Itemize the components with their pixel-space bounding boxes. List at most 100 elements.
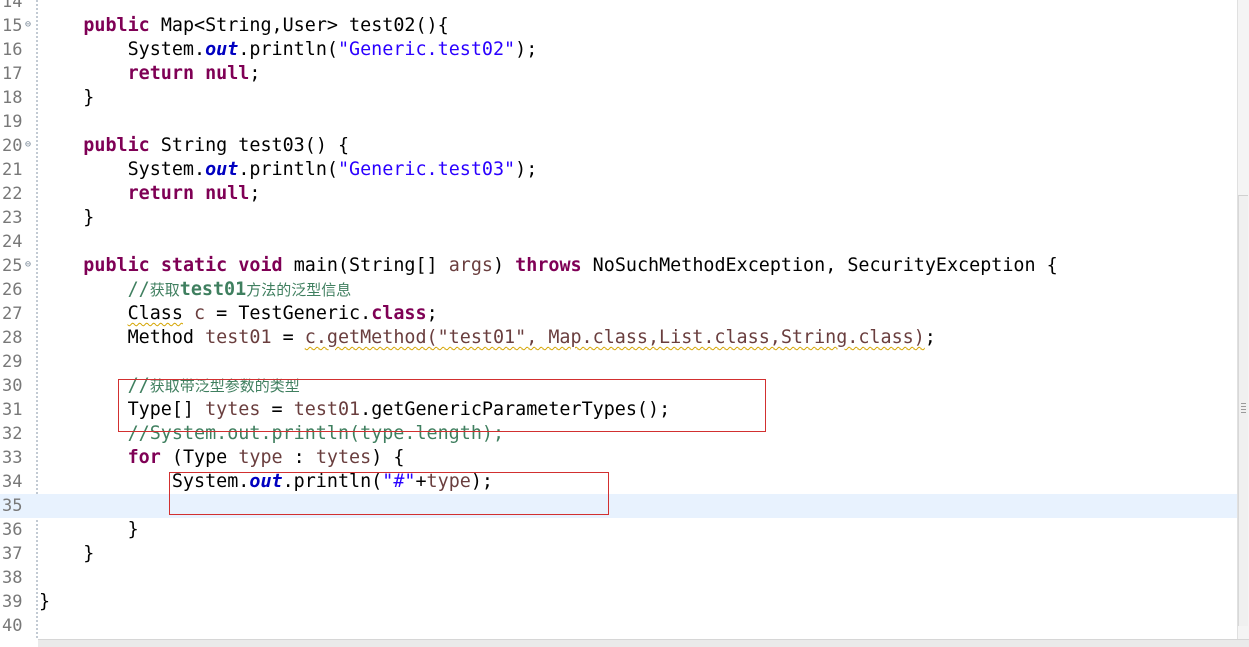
code-line[interactable]: 40 [0, 614, 1238, 638]
vertical-scrollbar[interactable] [1237, 0, 1249, 640]
code-token: ; [924, 327, 936, 348]
code-token: 获取 [149, 281, 180, 299]
code-text[interactable]: } [39, 542, 94, 566]
code-line[interactable]: 25 ⊖ public static void main(String[] arg… [0, 254, 1238, 278]
code-text[interactable]: for (Type type : tytes) { [39, 446, 405, 470]
code-token: .println( [238, 39, 338, 60]
code-line[interactable]: 29 [0, 350, 1238, 374]
line-number: 22 [2, 184, 23, 204]
code-line[interactable]: 19 [0, 110, 1238, 134]
line-number: 17 [2, 64, 23, 84]
code-line[interactable]: 17 return null; [0, 62, 1238, 86]
line-number: 28 [2, 328, 23, 348]
code-token: } [39, 591, 51, 612]
line-number: 31 [2, 400, 23, 420]
code-token: ); [515, 39, 538, 60]
code-text[interactable]: System.out.println("Generic.test03"); [39, 158, 538, 182]
code-token: public [83, 255, 150, 276]
line-number: 27 [2, 304, 23, 324]
code-token: return [127, 183, 195, 204]
code-text[interactable]: public static void main(String[] args) t… [39, 254, 1057, 278]
code-token: ; [249, 183, 261, 204]
code-token: System. [39, 39, 206, 60]
code-line[interactable]: 38 [0, 566, 1238, 590]
code-token: .println( [238, 159, 338, 180]
code-text[interactable]: return null; [39, 62, 261, 86]
code-token: args [448, 255, 494, 276]
code-line[interactable]: 39} [0, 590, 1238, 614]
code-line[interactable]: 33 for (Type type : tytes) { [0, 446, 1238, 470]
code-text[interactable]: Class c = TestGeneric.class; [39, 302, 438, 326]
line-number: 23 [2, 208, 23, 228]
code-text[interactable]: } [39, 206, 94, 230]
code-line[interactable]: 37 } [0, 542, 1238, 566]
code-token: tytes [315, 447, 372, 468]
code-token: = [271, 327, 305, 348]
code-token: System. [39, 159, 206, 180]
code-text[interactable]: } [39, 86, 94, 110]
code-text[interactable]: Method test01 = c.getMethod("test01", Ma… [39, 326, 936, 350]
code-token: Method [39, 327, 206, 348]
highlight-box-get-generic-types [118, 379, 766, 432]
code-token: public [83, 135, 150, 156]
line-number: 32 [2, 424, 23, 444]
fold-collapse-icon[interactable]: ⊖ [25, 16, 31, 34]
fold-collapse-icon[interactable]: ⊖ [25, 136, 31, 154]
code-token: ) { [371, 447, 405, 468]
code-token: } [39, 519, 139, 540]
scrollbar-grip-icon [1241, 403, 1246, 413]
horizontal-scrollbar[interactable] [38, 639, 1249, 647]
code-text[interactable]: } [39, 590, 50, 614]
code-token: throws [515, 255, 582, 276]
code-token: null [205, 183, 250, 204]
fold-collapse-icon[interactable]: ⊖ [25, 256, 31, 274]
code-text[interactable]: } [39, 518, 139, 542]
code-token: "Generic.test02" [337, 39, 516, 60]
code-line[interactable]: 36 } [0, 518, 1238, 542]
code-text[interactable]: System.out.println("Generic.test02"); [39, 38, 538, 62]
code-line[interactable]: 22 return null; [0, 182, 1238, 206]
code-token: out [205, 159, 239, 180]
code-token: c.getMethod("test01", Map.class,List.cla… [304, 327, 925, 348]
line-number: 38 [2, 568, 23, 588]
code-line[interactable]: 27 Class c = TestGeneric.class; [0, 302, 1238, 326]
code-token: null [205, 63, 250, 84]
code-lines[interactable]: 14 15 ⊖ public Map<String,User> test02(){16… [0, 0, 1238, 638]
code-line[interactable]: 24 [0, 230, 1238, 254]
code-line[interactable]: 14 [0, 0, 1238, 14]
code-line[interactable]: 15 ⊖ public Map<String,User> test02(){ [0, 14, 1238, 38]
line-number: 34 [2, 472, 23, 492]
code-token: return [127, 63, 195, 84]
code-line[interactable]: 21 System.out.println("Generic.test03"); [0, 158, 1238, 182]
code-token: ); [515, 159, 538, 180]
code-token: out [205, 39, 239, 60]
code-line[interactable]: 18 } [0, 86, 1238, 110]
code-line[interactable]: 28 Method test01 = c.getMethod("test01",… [0, 326, 1238, 350]
code-text[interactable]: return null; [39, 182, 261, 206]
line-number: 35 [2, 496, 23, 516]
code-line[interactable]: 26 //获取test01方法的泛型信息 [0, 278, 1238, 302]
code-line[interactable]: 16 System.out.println("Generic.test02"); [0, 38, 1238, 62]
line-number: 25 [2, 256, 23, 276]
code-text[interactable]: //获取test01方法的泛型信息 [39, 278, 352, 302]
line-number: 16 [2, 40, 23, 60]
code-text[interactable]: public String test03() { [39, 134, 349, 158]
code-editor[interactable]: 14 15 ⊖ public Map<String,User> test02(){16… [0, 0, 1249, 647]
line-number: 19 [2, 112, 23, 132]
code-text[interactable]: public Map<String,User> test02(){ [83, 14, 448, 38]
code-token: "Generic.test03" [337, 159, 516, 180]
line-number: 26 [2, 280, 23, 300]
code-token: type [238, 447, 283, 468]
code-token: : [282, 447, 316, 468]
code-line[interactable]: 20 ⊖ public String test03() { [0, 134, 1238, 158]
line-number: 29 [2, 352, 23, 372]
code-token: Map<String,User> test02(){ [149, 15, 449, 36]
code-line[interactable]: 23 } [0, 206, 1238, 230]
